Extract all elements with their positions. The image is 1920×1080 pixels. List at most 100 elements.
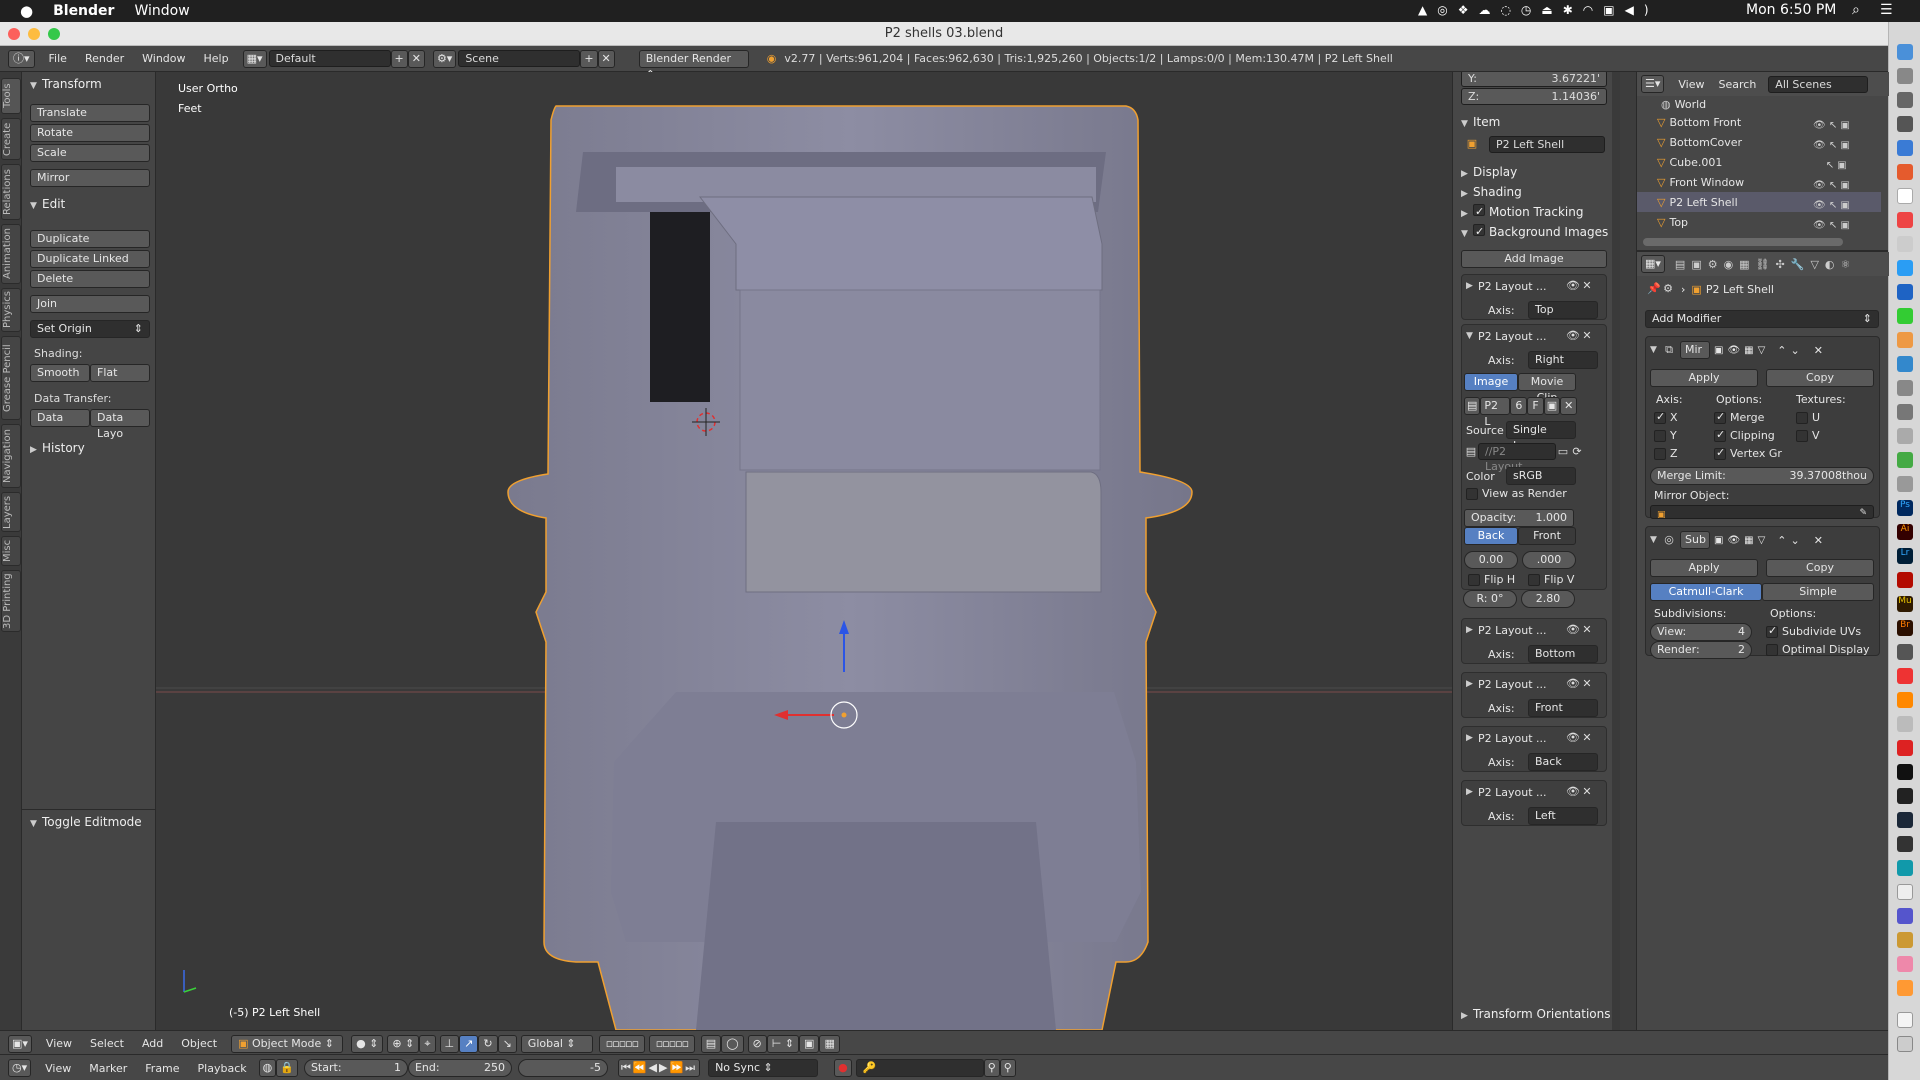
menu-playback[interactable]: Playback	[198, 1062, 247, 1075]
eye-icon[interactable]: 👁	[1566, 329, 1580, 343]
eye-icon[interactable]: 👁	[1566, 279, 1580, 293]
apply-button[interactable]: Apply	[1650, 369, 1758, 387]
modifier-move-icons[interactable]: ⌃⌄	[1777, 534, 1803, 547]
apple-icon[interactable]: ●	[20, 2, 33, 20]
illustrator-icon[interactable]: Ai	[1897, 524, 1913, 540]
remove-icon[interactable]: ✕	[1580, 731, 1594, 745]
app-icon[interactable]	[1897, 668, 1913, 684]
delete-keyframe-icon[interactable]: ⚲	[999, 1059, 1016, 1077]
shading-panel-header[interactable]: ▶ Shading	[1461, 182, 1522, 202]
delete-button[interactable]: Delete	[30, 270, 150, 288]
mode-dropdown[interactable]: ▣ Object Mode ⇕	[231, 1034, 344, 1053]
finder-icon[interactable]	[1897, 44, 1913, 60]
location-z-field[interactable]: Z: 1.14036'	[1461, 88, 1607, 105]
opacity-field[interactable]: Opacity: 1.000	[1464, 509, 1574, 527]
app-icon[interactable]	[1897, 284, 1913, 300]
3d-viewport[interactable]: User Ortho Feet (-5) P2 Left Shell	[156, 72, 1452, 1030]
outliner-item[interactable]: ◍ World	[1661, 96, 1706, 112]
display-mode-dropdown[interactable]: All Scenes	[1768, 75, 1869, 93]
copy-button[interactable]: Copy	[1766, 559, 1874, 577]
modifier-name-field[interactable]: Mir	[1680, 341, 1710, 359]
clipping-checkbox[interactable]	[1714, 428, 1726, 442]
blender-icon[interactable]	[1897, 692, 1913, 708]
launchpad-icon[interactable]	[1897, 68, 1913, 84]
tab-misc[interactable]: Misc	[1, 536, 21, 566]
eye-icon[interactable]: 👁	[1566, 623, 1580, 637]
downloads-icon[interactable]	[1897, 1012, 1913, 1028]
app-icon[interactable]	[1897, 932, 1913, 948]
screen-layout-icon[interactable]: ▦▾	[242, 49, 267, 68]
bg-image-name[interactable]: P2 Layout ...	[1478, 732, 1566, 745]
join-button[interactable]: Join	[30, 295, 150, 313]
unreal-icon[interactable]	[1897, 788, 1913, 804]
timeline-editor-icon[interactable]: ◷▾	[8, 1059, 32, 1077]
remove-scene-button[interactable]: ✕	[597, 49, 615, 68]
expand-icon[interactable]: ▶	[1466, 787, 1478, 797]
expand-icon[interactable]: ▶	[1466, 625, 1478, 635]
start-frame-field[interactable]: Start: 1	[303, 1059, 408, 1077]
app-icon[interactable]	[1897, 116, 1913, 132]
expand-icon[interactable]: ▶	[1466, 679, 1478, 689]
proportional-edit-icon[interactable]: ◯	[721, 1034, 744, 1053]
duplicate-button[interactable]: Duplicate	[30, 230, 150, 248]
tab-image[interactable]: Image	[1464, 373, 1518, 391]
remove-icon[interactable]: ✕	[1580, 677, 1594, 691]
lightroom-icon[interactable]: Lr	[1897, 548, 1913, 564]
image-name-field[interactable]: P2 L	[1480, 397, 1511, 428]
notes-icon[interactable]	[1897, 188, 1913, 204]
outliner-scrollbar[interactable]	[1643, 238, 1843, 246]
tab-create[interactable]: Create	[1, 118, 21, 160]
eye-icon[interactable]: 👁	[1566, 785, 1580, 799]
bg-image-name[interactable]: P2 Layout ...	[1478, 624, 1566, 637]
editor-type-icon[interactable]: ⓘ▾	[8, 49, 35, 68]
app-icon[interactable]	[1897, 884, 1913, 900]
axis-dropdown[interactable]: Left	[1528, 807, 1598, 825]
photoshop-icon[interactable]: Ps	[1897, 500, 1913, 516]
sync-dropdown[interactable]: No Sync ⇕	[708, 1059, 819, 1077]
tab-relations[interactable]: Relations	[1, 164, 21, 220]
app-icon[interactable]	[1897, 452, 1913, 468]
modifier-move-icons[interactable]: ⌃⌄	[1777, 344, 1803, 357]
filepath-field[interactable]: //P2 Layout...	[1478, 443, 1556, 473]
duplicate-linked-button[interactable]: Duplicate Linked	[30, 250, 150, 268]
app-icon[interactable]	[1897, 836, 1913, 852]
remove-icon[interactable]: ✕	[1580, 329, 1594, 343]
axis-dropdown[interactable]: Front	[1528, 699, 1598, 717]
axis-dropdown[interactable]: Back	[1528, 753, 1598, 771]
image-browse-icon[interactable]: ▤	[1464, 397, 1481, 415]
source-dropdown[interactable]: Single Image	[1506, 421, 1576, 452]
add-image-button[interactable]: Add Image	[1461, 250, 1607, 268]
vertex-groups-checkbox[interactable]	[1714, 446, 1726, 460]
bg-image-name[interactable]: P2 Layout ...	[1478, 330, 1566, 343]
visibility-icons[interactable]: 👁 ↖ ▣ 👁 ↖ ▣ ↖ ▣ 👁 ↖ ▣ 👁 ↖ ▣ 👁 ↖ ▣	[1813, 116, 1850, 236]
remove-modifier-icon[interactable]: ✕	[1814, 344, 1823, 357]
translate-button[interactable]: Translate	[30, 104, 150, 122]
edit-panel-header[interactable]: ▼ Edit	[30, 194, 65, 214]
scene-field[interactable]: Scene	[458, 50, 581, 67]
manipulator-scale-icon[interactable]: ↘	[497, 1034, 517, 1053]
view-levels-field[interactable]: View: 4	[1650, 623, 1752, 641]
layout-field[interactable]: Default	[268, 50, 391, 67]
merge-limit-field[interactable]: Merge Limit: 39.37008thou	[1650, 467, 1874, 485]
folder-icon[interactable]: ▭	[1556, 445, 1570, 459]
steam-icon[interactable]	[1897, 812, 1913, 828]
menu-frame[interactable]: Frame	[145, 1062, 179, 1075]
scale-button[interactable]: Scale	[30, 144, 150, 162]
viewport-editor-icon[interactable]: ▣▾	[8, 1034, 32, 1053]
app-icon[interactable]	[1897, 356, 1913, 372]
app-icon[interactable]	[1897, 740, 1913, 756]
texture-v-checkbox[interactable]	[1796, 429, 1808, 442]
app-icon[interactable]	[1897, 716, 1913, 732]
catmull-clark-button[interactable]: Catmull-Clark	[1650, 583, 1762, 601]
modifier-visibility-icons[interactable]: ▣👁▦▽	[1714, 535, 1769, 546]
app-icon[interactable]	[1897, 908, 1913, 924]
add-modifier-dropdown[interactable]: Add Modifier ⇕	[1645, 310, 1879, 328]
firefox-icon[interactable]	[1897, 164, 1913, 180]
menu-view[interactable]: View	[45, 1062, 71, 1075]
app-icon[interactable]	[1897, 980, 1913, 996]
rotation-field[interactable]: R: 0°	[1463, 590, 1517, 608]
bridge-icon[interactable]: Br	[1897, 620, 1913, 636]
front-button[interactable]: Front	[1518, 527, 1576, 545]
pivot-icon[interactable]: ⊕ ⇕	[387, 1034, 420, 1053]
axis-x-checkbox[interactable]	[1654, 410, 1666, 424]
